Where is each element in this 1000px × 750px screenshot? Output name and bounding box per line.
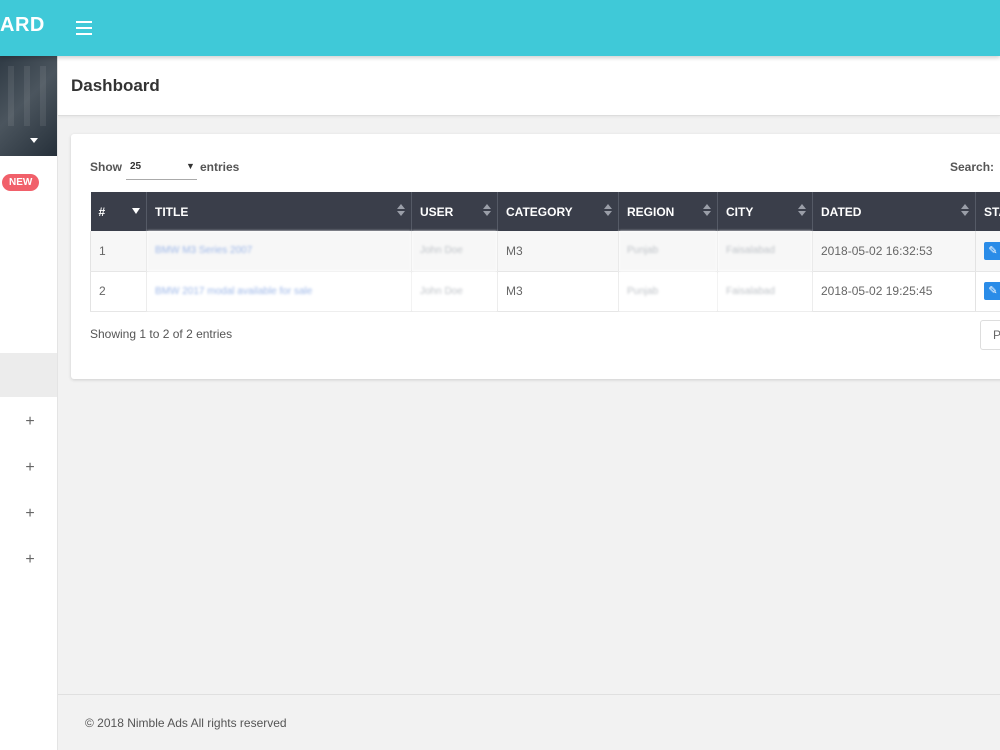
column-header-number[interactable]: # [90,192,147,231]
cell-dated: 2018-05-02 19:25:45 [812,271,976,312]
column-header-category[interactable]: CATEGORY [497,192,619,231]
cell-city: Faisalabad [717,231,813,272]
cell-number: 2 [90,271,147,312]
entries-label: entries [200,160,240,174]
column-header-title[interactable]: TITLE [146,192,412,231]
cell-user: John Doe [411,271,498,312]
page-header: Dashboard [58,56,1000,116]
user-panel-background [0,56,57,156]
sort-icon [961,204,969,218]
cell-category: M3 [497,271,619,312]
sort-icon [798,204,806,218]
column-header-city[interactable]: CITY [717,192,813,231]
search-label: Search: [950,160,995,174]
ads-table: # TITLE USER CATEGORY REGION CITY DATED … [90,192,1000,312]
table-info-text: Showing 1 to 2 of 2 entries [90,327,233,341]
column-header-user[interactable]: USER [411,192,498,231]
table-row: 2 BMW 2017 modal available for sale John… [90,271,1000,312]
sort-icon [132,204,140,218]
table-row: 1 BMW M3 Series 2007 John Doe M3 Punjab … [90,231,1000,272]
cell-region: Punjab [618,231,718,272]
cell-user: John Doe [411,231,498,272]
chevron-down-icon: ▼ [186,161,195,171]
edit-icon[interactable]: ✎ [984,282,1000,300]
sort-icon [397,204,405,218]
cell-dated: 2018-05-02 16:32:53 [812,231,976,272]
page-title: Dashboard [71,76,160,95]
cell-title-link[interactable]: BMW M3 Series 2007 [146,231,412,272]
plus-icon[interactable]: + [22,414,38,430]
plus-icon[interactable]: + [22,506,38,522]
column-header-dated[interactable]: DATED [812,192,976,231]
table-header-row: # TITLE USER CATEGORY REGION CITY DATED … [90,192,1000,231]
cell-city: Faisalabad [717,271,813,312]
plus-icon[interactable]: + [22,460,38,476]
plus-icon[interactable]: + [22,552,38,568]
footer-copyright: © 2018 Nimble Ads All rights reserved [85,716,287,730]
entries-length-value: 25 [130,161,142,172]
sidebar-item-active[interactable] [0,353,57,397]
column-header-status[interactable]: STA [975,192,1000,231]
sort-icon [483,204,491,218]
sort-icon [703,204,711,218]
new-badge: NEW [2,174,40,191]
cell-number: 1 [90,231,147,272]
hamburger-icon[interactable] [76,17,98,39]
cell-status: ✎ [975,231,1000,272]
sidebar: NEW + + + + [0,56,58,750]
cell-region: Punjab [618,271,718,312]
show-label: Show [90,160,122,174]
sidebar-item-group[interactable] [0,221,57,353]
cell-status: ✎ [975,271,1000,312]
cell-category: M3 [497,231,619,272]
top-navbar: ARD [0,0,1000,56]
edit-icon[interactable]: ✎ [984,241,1000,260]
caret-down-icon[interactable] [30,138,38,143]
footer: © 2018 Nimble Ads All rights reserved [58,694,1000,750]
pagination-previous-button[interactable]: P [980,320,1000,350]
cell-title-link[interactable]: BMW 2017 modal available for sale [146,271,412,312]
entries-length-select[interactable]: 25 ▼ [126,158,197,180]
ads-table-card: Show 25 ▼ entries Search: # TITLE USER C… [71,134,1000,379]
sort-icon [604,204,612,218]
column-header-region[interactable]: REGION [618,192,718,231]
brand-logo-text[interactable]: ARD [0,14,45,37]
